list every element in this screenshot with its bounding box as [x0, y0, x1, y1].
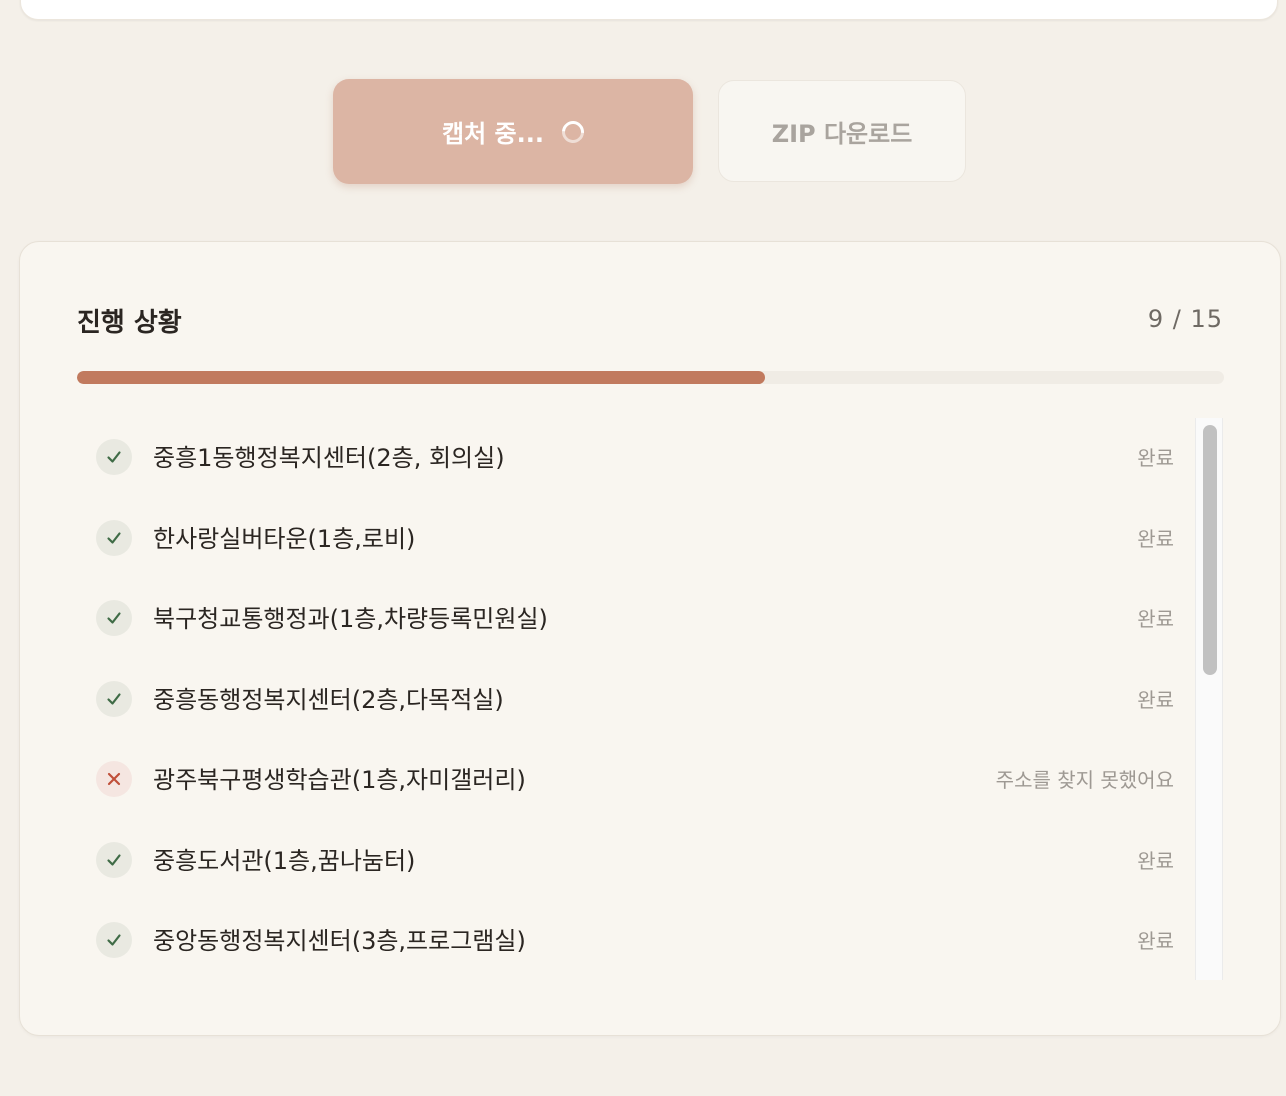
list-item: 북구청교통행정과(1층,차량등록민원실) 완료 [77, 579, 1189, 660]
capture-button-label: 캡처 중... [442, 120, 544, 148]
check-icon [96, 600, 132, 636]
list-item: 중앙동행정복지센터(3층,프로그램실) 완료 [77, 901, 1189, 980]
zip-download-label: ZIP 다운로드 [771, 119, 913, 148]
list-item-status: 완료 [1137, 848, 1174, 873]
check-icon [96, 680, 132, 717]
progress-bar-fill [77, 371, 766, 384]
check-icon [96, 439, 132, 475]
list-item: 중흥1동행정복지센터(2층, 회의실) 완료 [77, 418, 1189, 499]
check-icon [96, 922, 132, 958]
progress-title: 진행 상황 [77, 308, 182, 338]
x-icon [96, 761, 132, 797]
list-item-label: 중앙동행정복지센터(3층,프로그램실) [153, 927, 526, 955]
list-item: 광주북구평생학습관(1층,자미갤러리) 주소를 찾지 못했어요 [77, 740, 1189, 821]
list-item-status: 완료 [1137, 607, 1174, 631]
list-item-status: 완료 [1137, 446, 1174, 470]
list-scrollbar[interactable] [1195, 418, 1223, 980]
list-item-label: 중흥도서관(1층,꿈나눔터) [153, 846, 416, 875]
list-item-label: 중흥동행정복지센터(2층,다목적실) [153, 685, 504, 714]
list-item-label: 한사랑실버타운(1층,로비) [153, 524, 416, 553]
top-card [20, 0, 1278, 20]
list-item: 중흥도서관(1층,꿈나눔터) 완료 [77, 821, 1189, 902]
check-icon [96, 519, 132, 556]
check-icon [96, 841, 132, 878]
loading-spinner-icon [557, 116, 589, 147]
list-scrollbar-thumb[interactable] [1203, 425, 1217, 675]
list-item-label: 광주북구평생학습관(1층,자미갤러리) [153, 766, 526, 794]
list-item-status: 완료 [1137, 929, 1174, 953]
list-item: 한사랑실버타운(1층,로비) 완료 [77, 499, 1189, 580]
progress-card: 진행 상황 9 / 15 중흥1동행정복지센터(2층, 회의실) 완료 한사랑실버타… [19, 241, 1281, 1036]
capture-button[interactable]: 캡처 중... [333, 79, 693, 184]
progress-bar [77, 371, 1224, 384]
zip-download-button[interactable]: ZIP 다운로드 [718, 80, 966, 182]
list-item-status: 완료 [1137, 526, 1174, 551]
result-list: 중흥1동행정복지센터(2층, 회의실) 완료 한사랑실버타운(1층,로비) 완료 북구청… [77, 418, 1224, 980]
list-item-status: 완료 [1137, 687, 1174, 712]
list-item-status: 주소를 찾지 못했어요 [995, 768, 1174, 792]
list-item-label: 북구청교통행정과(1층,차량등록민원실) [153, 605, 548, 633]
list-item-label: 중흥1동행정복지센터(2층, 회의실) [153, 444, 505, 472]
list-item: 중흥동행정복지센터(2층,다목적실) 완료 [77, 660, 1189, 741]
progress-count: 9 / 15 [1147, 305, 1223, 333]
